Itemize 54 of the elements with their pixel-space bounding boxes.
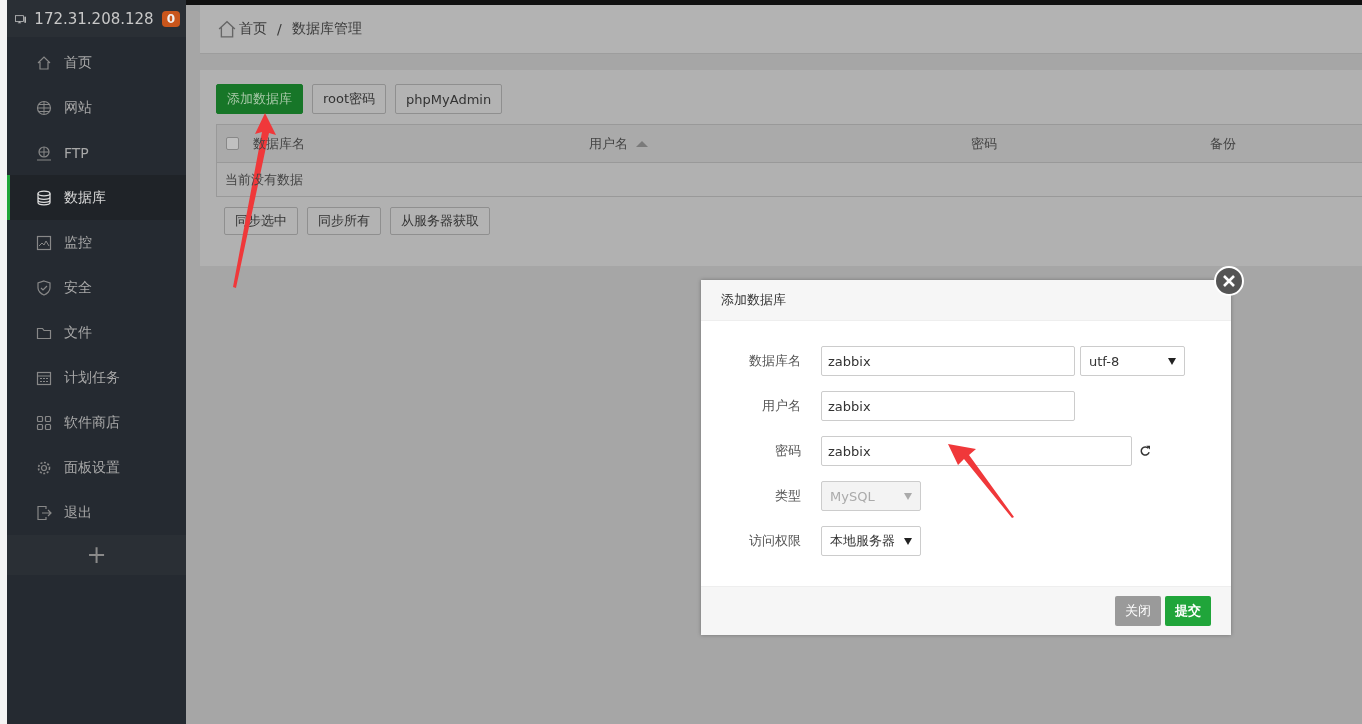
calendar-icon <box>36 369 52 386</box>
sync-button[interactable]: 同步所有 <box>307 207 381 235</box>
sidebar-item[interactable]: 计划任务 <box>7 355 186 400</box>
home-icon <box>36 54 52 71</box>
chart-icon <box>36 234 52 251</box>
toolbar-button[interactable]: 添加数据库 <box>216 84 303 114</box>
breadcrumb-link[interactable]: 首页 <box>239 20 267 38</box>
dropdown[interactable]: utf-8 <box>1080 346 1185 376</box>
sidebar-item[interactable]: 软件商店 <box>7 400 186 445</box>
toolbar-button[interactable]: phpMyAdmin <box>395 84 503 114</box>
add-button[interactable]: + <box>7 535 186 575</box>
sidebar-item[interactable]: 面板设置 <box>7 445 186 490</box>
field-label: 用户名 <box>761 397 801 415</box>
refresh-icon[interactable] <box>1139 444 1152 458</box>
sidebar-item[interactable]: 网站 <box>7 85 186 130</box>
field-label: 访问权限 <box>748 532 801 550</box>
sync-button[interactable]: 从服务器获取 <box>390 207 490 235</box>
sidebar-item[interactable]: 首页 <box>7 40 186 85</box>
caret-icon <box>904 537 912 545</box>
sidebar-item[interactable]: FTP <box>7 130 186 175</box>
globe-icon <box>36 144 52 161</box>
breadcrumb-current: 数据库管理 <box>291 20 362 38</box>
column-header[interactable]: 用户名 <box>589 134 628 153</box>
breadcrumb-separator: / <box>277 21 282 37</box>
sidebar-item[interactable]: 监控 <box>7 220 186 265</box>
caret-icon <box>904 492 912 500</box>
column-header[interactable]: 密码 <box>971 134 997 153</box>
exit-icon <box>36 504 52 521</box>
input-field[interactable]: zabbix <box>821 391 1075 421</box>
globe-icon <box>36 99 52 116</box>
field-label: 类型 <box>774 487 801 505</box>
sidebar-item[interactable]: 安全 <box>7 265 186 310</box>
sidebar-item[interactable]: 退出 <box>7 490 186 535</box>
shield-icon <box>36 279 52 296</box>
settings-icon <box>36 459 52 476</box>
select-all-checkbox[interactable] <box>226 137 239 150</box>
input-field[interactable]: zabbix <box>821 346 1075 376</box>
home-icon <box>218 20 236 38</box>
input-field[interactable]: zabbix <box>821 436 1132 466</box>
close-icon[interactable] <box>1214 266 1244 296</box>
sidebar-item[interactable]: 文件 <box>7 310 186 355</box>
dialog-button[interactable]: 提交 <box>1165 596 1211 626</box>
server-address: 172.31.208.128 <box>34 9 154 28</box>
dropdown[interactable]: 本地服务器 <box>821 526 921 556</box>
toolbar-button[interactable]: root密码 <box>312 84 387 114</box>
grid-icon <box>36 414 52 431</box>
sidebar-item[interactable]: 数据库 <box>7 175 186 220</box>
field-label: 数据库名 <box>748 352 801 370</box>
notification-badge: 0 <box>161 10 180 27</box>
dialog-title: 添加数据库 <box>721 291 786 309</box>
field-label: 密码 <box>774 442 801 460</box>
caret-icon <box>1168 357 1176 365</box>
column-header[interactable]: 备份 <box>1210 134 1236 153</box>
database-icon <box>36 189 52 206</box>
